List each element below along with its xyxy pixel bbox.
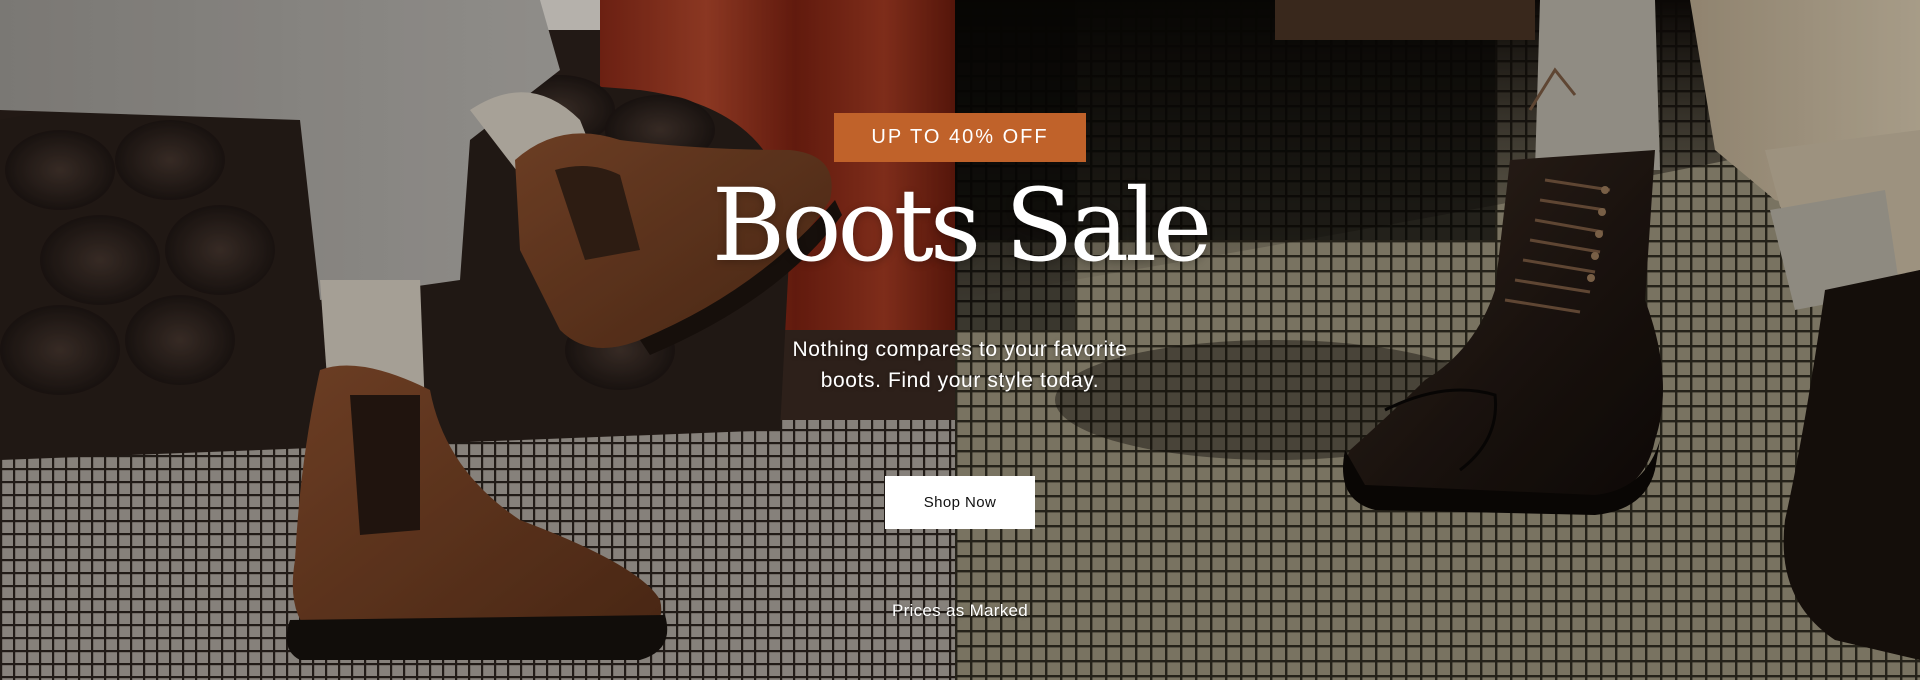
shop-now-button[interactable]: Shop Now: [885, 476, 1035, 529]
hero-banner: UP TO 40% OFF Boots Sale Nothing compare…: [0, 0, 1920, 680]
subtitle-line-2: boots. Find your style today.: [820, 369, 1100, 392]
sale-subtitle: Nothing compares to your favorite boots.…: [740, 334, 1180, 396]
subtitle-line-1: Nothing compares to your favorite: [792, 338, 1128, 361]
promo-content: UP TO 40% OFF Boots Sale Nothing compare…: [0, 0, 1920, 680]
discount-badge: UP TO 40% OFF: [834, 113, 1086, 162]
prices-disclaimer: Prices as Marked: [891, 601, 1029, 620]
sale-title: Boots Sale: [711, 167, 1212, 284]
